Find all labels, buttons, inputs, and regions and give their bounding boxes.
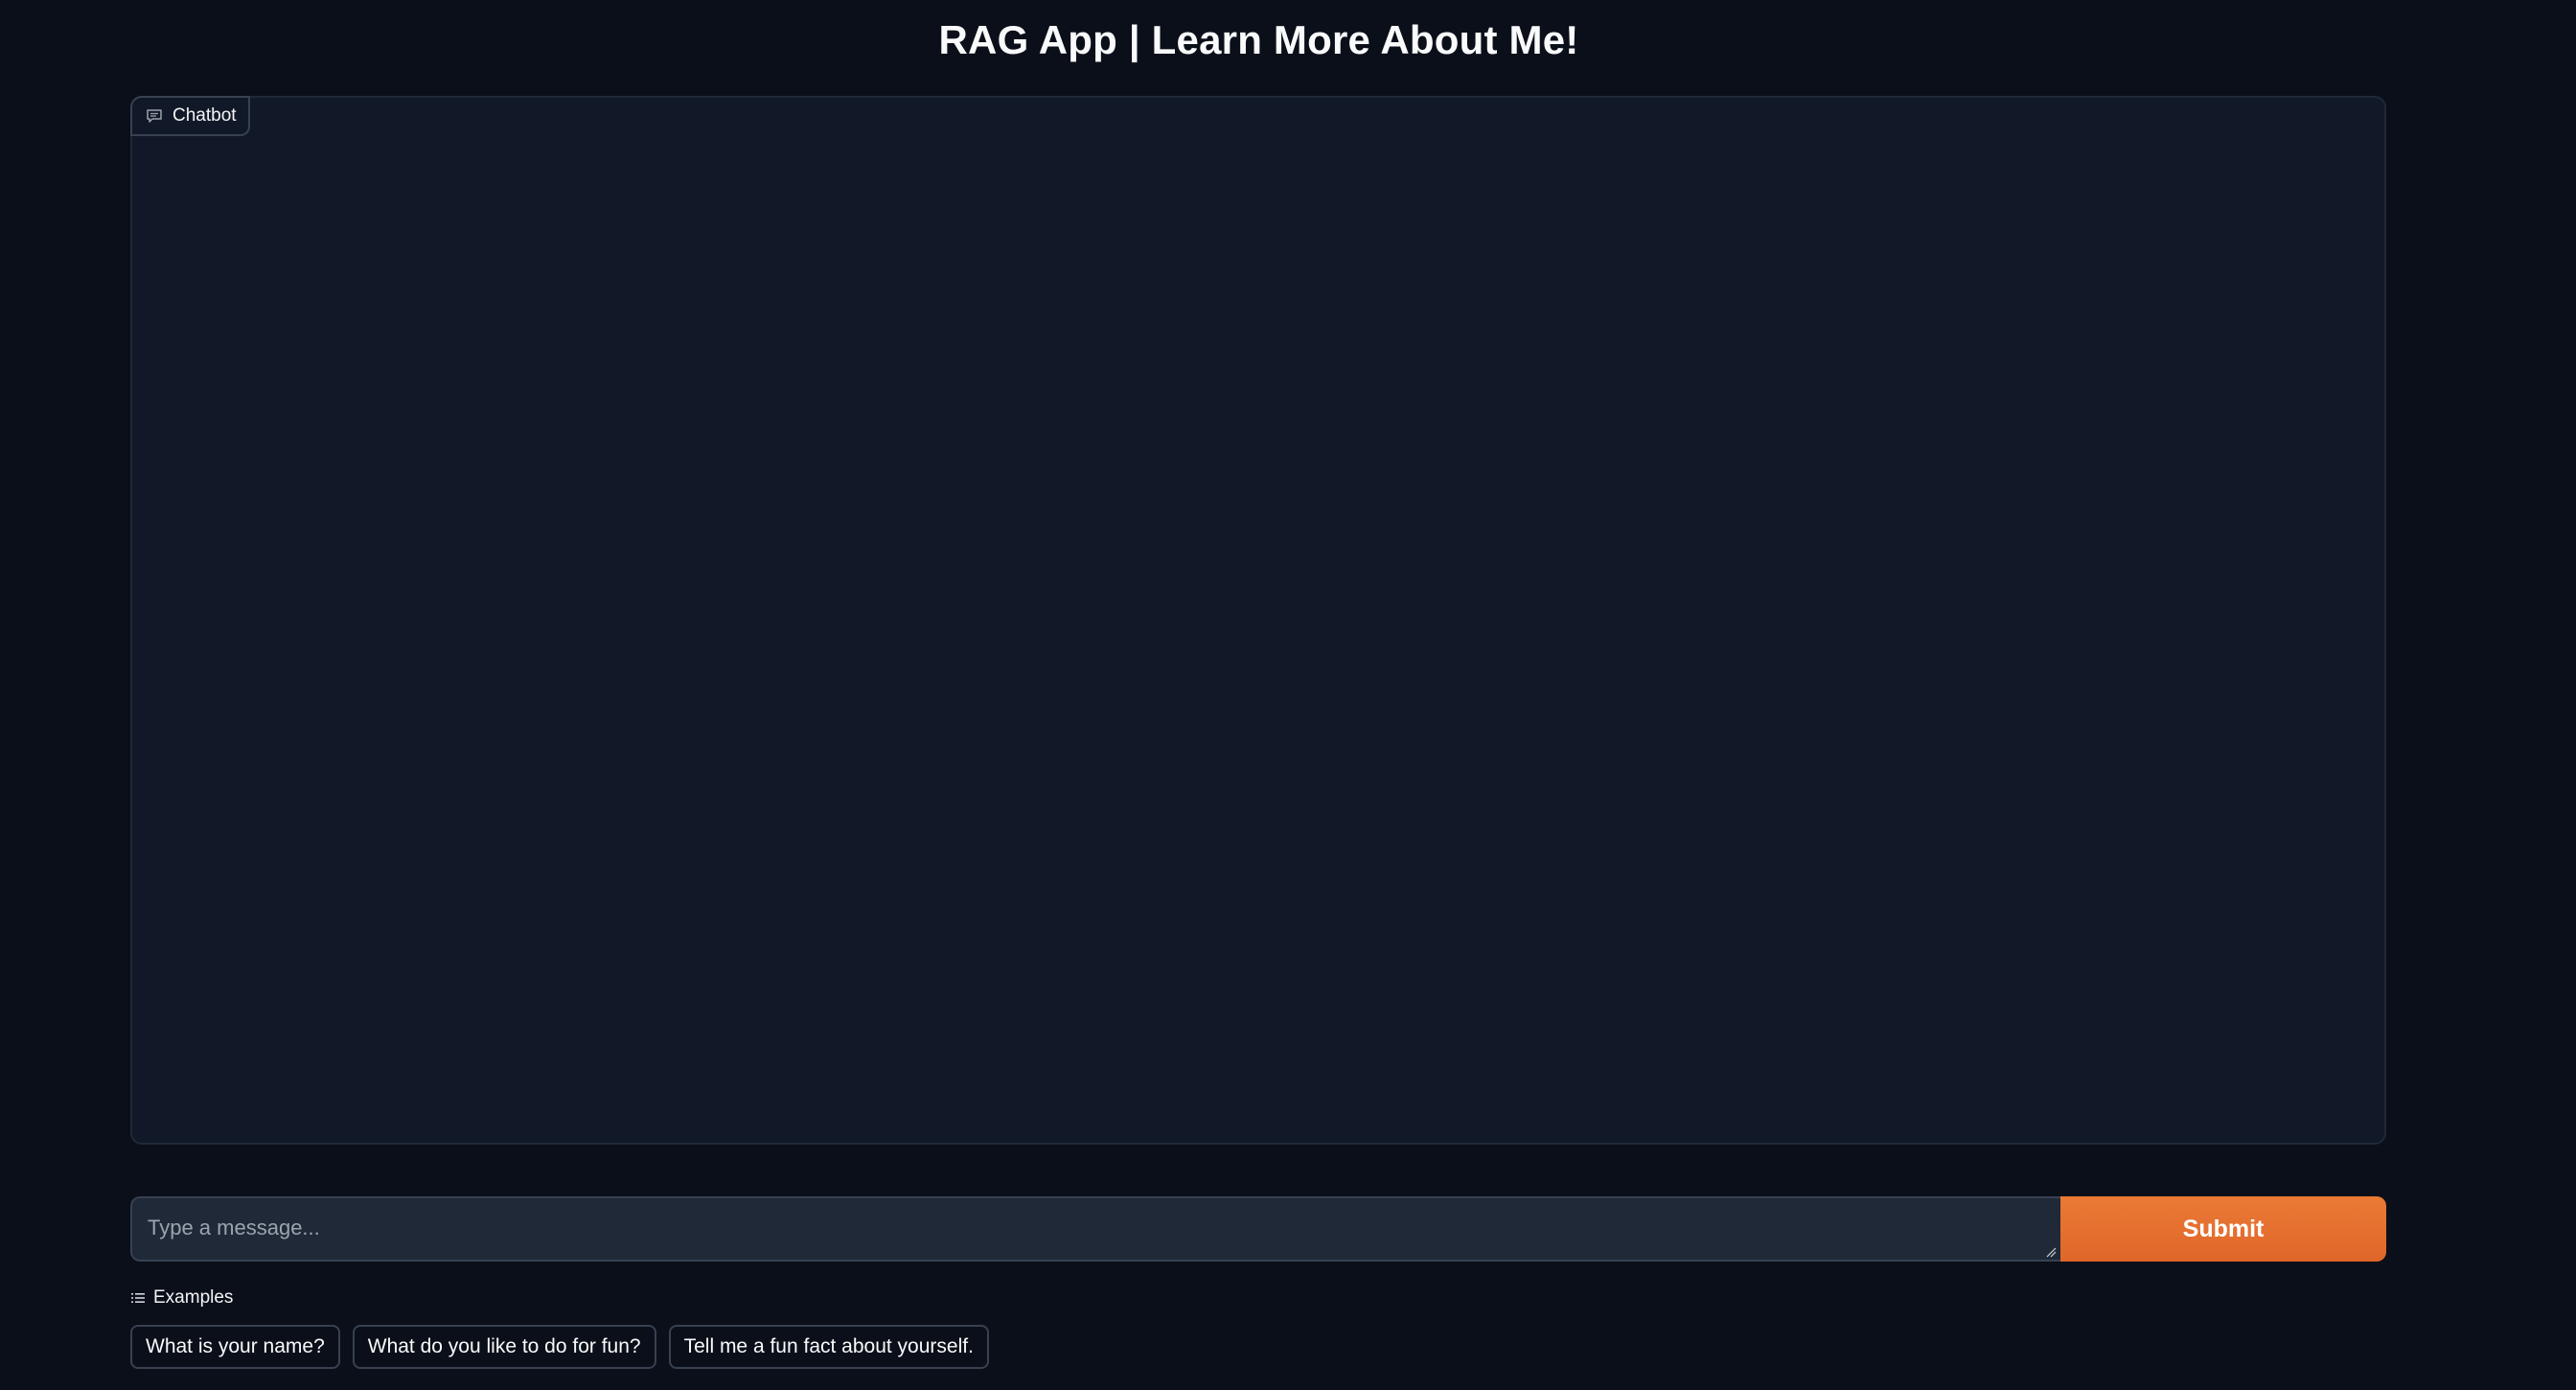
example-button[interactable]: Tell me a fun fact about yourself. [668,1325,989,1369]
submit-button[interactable]: Submit [2060,1196,2386,1262]
examples-header: Examples [130,1287,233,1309]
chatbot-label-tag: Chatbot [130,96,250,136]
message-input-wrapper [130,1196,2060,1262]
examples-list: What is your name? What do you like to d… [130,1325,989,1369]
app-page: RAG App | Learn More About Me! Chatbot S… [0,0,2576,1390]
examples-label: Examples [153,1287,234,1308]
example-button[interactable]: What do you like to do for fun? [352,1325,656,1369]
page-title: RAG App | Learn More About Me! [938,17,1579,62]
list-icon [131,1293,145,1303]
message-input[interactable] [130,1196,2060,1262]
chat-bubble-icon [147,109,162,123]
chatbot-panel: Chatbot [130,96,2386,1145]
resize-handle-icon[interactable] [2045,1246,2057,1258]
chatbot-label: Chatbot [172,105,237,126]
message-input-row: Submit [130,1196,2386,1262]
example-button[interactable]: What is your name? [130,1325,340,1369]
